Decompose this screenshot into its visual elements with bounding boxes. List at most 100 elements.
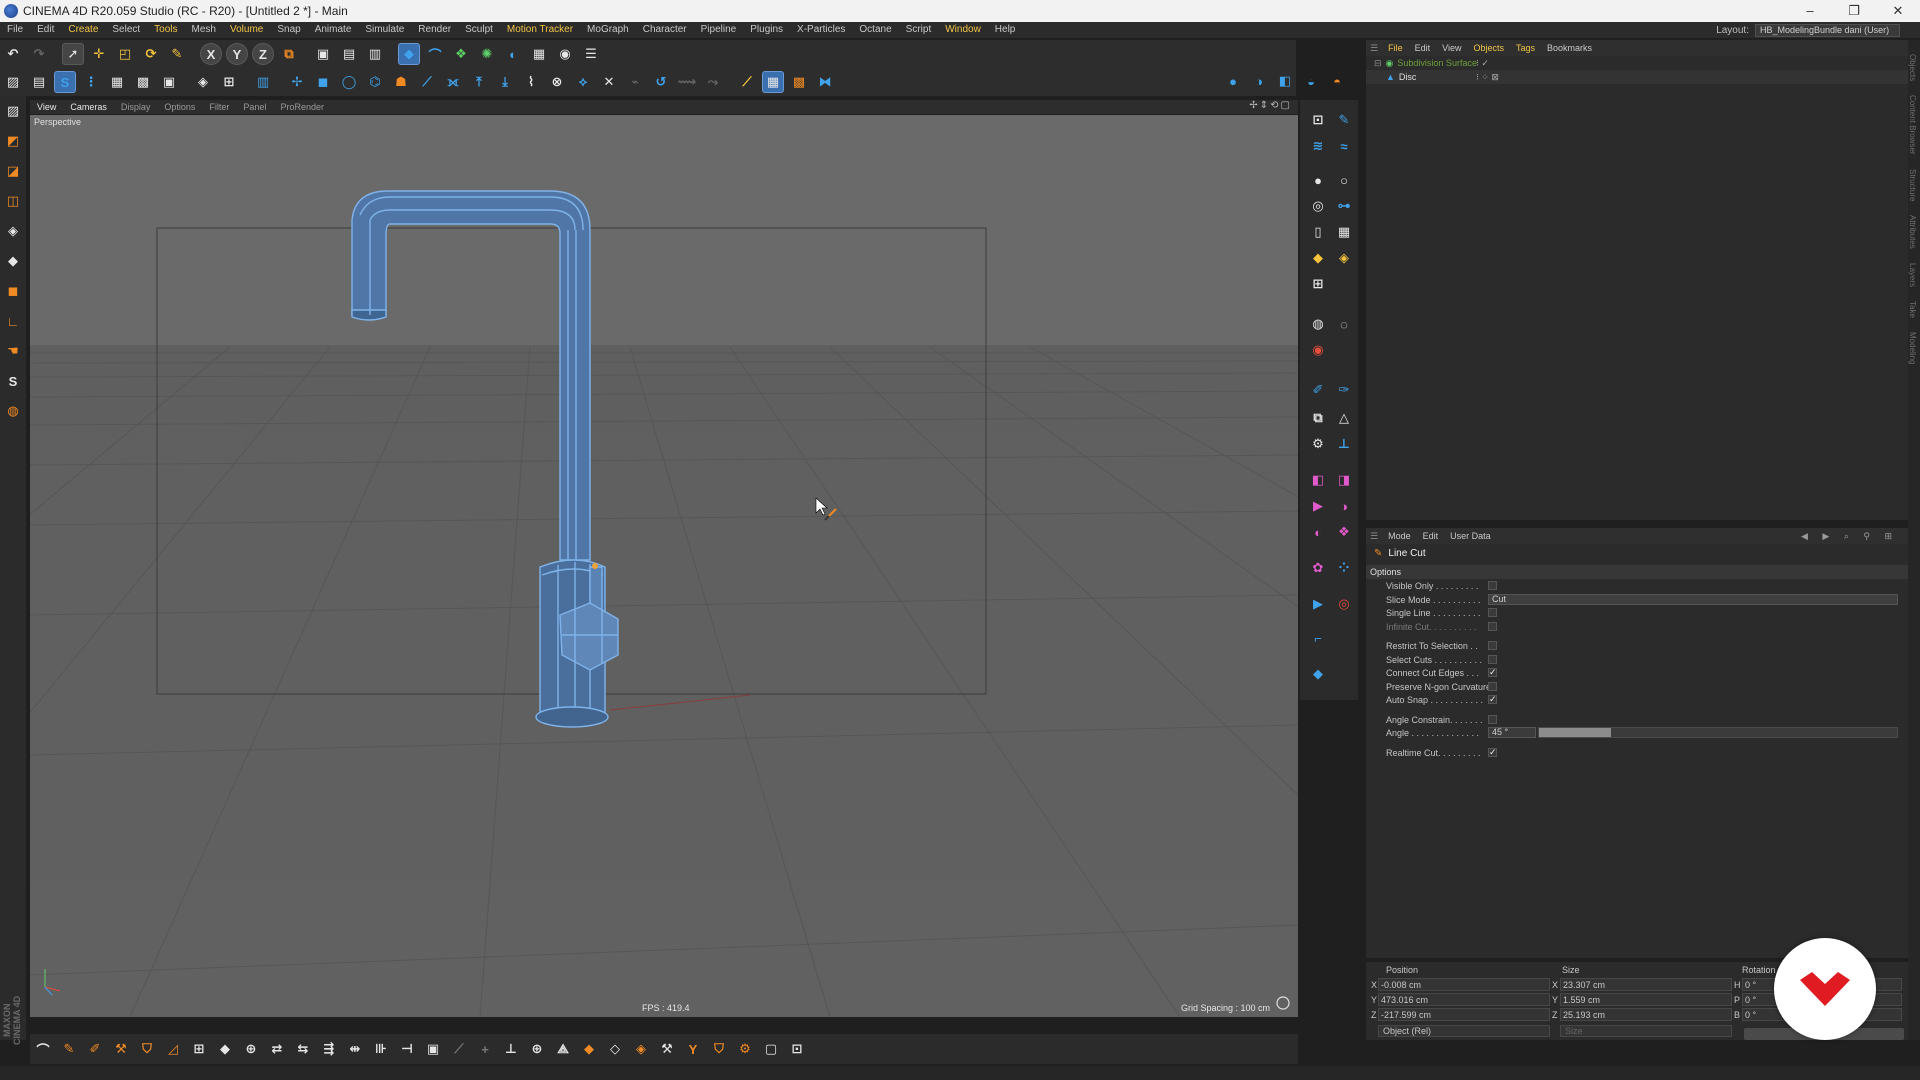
tag-icons[interactable]: ⁝ ⁘ ⊠	[1476, 72, 1499, 83]
transfer-icon[interactable]: ⌬	[364, 71, 386, 93]
box-yellow-icon[interactable]: ◆	[1306, 246, 1330, 270]
play-material-icon[interactable]: ▶	[1306, 494, 1330, 518]
cube-bottom-icon[interactable]: ◆	[214, 1038, 236, 1060]
attribute-checkbox[interactable]	[1488, 654, 1497, 664]
gear-orange-icon[interactable]: ⚙	[734, 1038, 756, 1060]
fence-icon[interactable]: ⊪	[370, 1038, 392, 1060]
redo-icon[interactable]: ↷	[28, 43, 50, 65]
frame-plus-icon[interactable]: ⊡	[786, 1038, 808, 1060]
menu-mograph[interactable]: MoGraph	[580, 22, 636, 38]
scale-tool-icon[interactable]: ◰	[114, 43, 136, 65]
target-icon[interactable]: ◎	[1332, 592, 1356, 616]
ruler-icon[interactable]: ⊥	[500, 1038, 522, 1060]
points-left-icon[interactable]: ◈	[2, 219, 24, 243]
object-row-subdivision[interactable]: ⊟ ◉ Subdivision Surface ⁝ ✓	[1366, 56, 1908, 70]
menu-motion-tracker[interactable]: Motion Tracker	[500, 22, 580, 38]
panel-grip-icon[interactable]: ☰	[1366, 43, 1382, 54]
make-editable-left-icon[interactable]: ▨	[2, 99, 24, 123]
menu-mesh[interactable]: Mesh	[185, 22, 223, 38]
side-tab-modeling[interactable]: Modeling	[1908, 332, 1917, 364]
menu-pipeline[interactable]: Pipeline	[694, 22, 744, 38]
attr-menu-mode[interactable]: Mode	[1382, 531, 1417, 541]
attribute-checkbox[interactable]	[1488, 641, 1497, 650]
menu-render[interactable]: Render	[411, 22, 458, 38]
uv-mode-icon[interactable]: ▣	[158, 71, 180, 93]
points-mode-icon[interactable]: ⋮	[80, 71, 102, 93]
tee-icon[interactable]: ⊥	[1332, 432, 1356, 456]
slice-mode-dropdown[interactable]: Cut	[1488, 593, 1898, 605]
trash-icon[interactable]: ▥	[252, 71, 274, 93]
move-axis-icon[interactable]: ✢	[286, 71, 308, 93]
menu-snap[interactable]: Snap	[270, 22, 307, 38]
menu-animate[interactable]: Animate	[308, 22, 359, 38]
spin-edge-icon[interactable]: ↺	[650, 71, 672, 93]
visibility-dots-icon[interactable]: ⁝ ✓	[1476, 58, 1489, 69]
attribute-checkbox[interactable]	[1488, 581, 1497, 590]
fork-icon[interactable]: Y	[682, 1038, 704, 1060]
viewport-menu-display[interactable]: Display	[114, 102, 158, 112]
sketch-icon[interactable]: ✎	[58, 1038, 80, 1060]
texture-tool-icon[interactable]: ◪	[2, 159, 24, 183]
undo-icon[interactable]: ↶	[2, 43, 24, 65]
attribute-checkbox[interactable]	[1488, 714, 1497, 724]
make-editable-icon[interactable]: ▨	[2, 71, 24, 93]
material-pink-icon[interactable]: ◧	[1306, 468, 1330, 492]
join-icon[interactable]: ⧉	[1306, 406, 1330, 430]
snap-icon[interactable]: S	[54, 71, 76, 93]
shield-orange-icon[interactable]: ⛉	[708, 1038, 730, 1060]
record-icon[interactable]: ◉	[1306, 338, 1330, 362]
plus-icon[interactable]: +	[474, 1038, 496, 1060]
attr-menu-user-data[interactable]: User Data	[1444, 531, 1497, 541]
menu-volume[interactable]: Volume	[223, 22, 270, 38]
brush-right-icon[interactable]: ✎	[1332, 108, 1356, 132]
brush-bottom-icon[interactable]: ✐	[84, 1038, 106, 1060]
layout-dropdown[interactable]: HB_ModelingBundle dani (User)	[1755, 23, 1900, 37]
panel-icon[interactable]: ▣	[422, 1038, 444, 1060]
close-button[interactable]: ✕	[1876, 0, 1920, 22]
material-split-icon[interactable]: ◨	[1332, 468, 1356, 492]
light-icon[interactable]: ☰	[580, 43, 602, 65]
rotate-circle-icon[interactable]: ◯	[338, 71, 360, 93]
camera-icon[interactable]: ◉	[554, 43, 576, 65]
chart-icon[interactable]: ◿	[162, 1038, 184, 1060]
pen-icon[interactable]: ✑	[1332, 378, 1356, 402]
extrude-orange-icon[interactable]: ◆	[578, 1038, 600, 1060]
viewport-menu-prorender[interactable]: ProRender	[273, 102, 331, 112]
knife-icon[interactable]: ⟋	[416, 71, 438, 93]
collapse-icon[interactable]: ⊟	[1374, 58, 1382, 69]
menu-script[interactable]: Script	[899, 22, 939, 38]
attr-nav-icons[interactable]: ◀ ▶ ⌕ ⚲ ⊞	[1801, 531, 1898, 542]
attribute-checkbox[interactable]	[1488, 608, 1497, 617]
morph-icon[interactable]: ✿	[1306, 556, 1330, 580]
tweak-mode-icon[interactable]: ☚	[2, 339, 24, 363]
stitch-icon[interactable]: ⤳	[702, 71, 724, 93]
polygon-pen-icon[interactable]: ⟁	[552, 1038, 574, 1060]
viewport-menu-panel[interactable]: Panel	[236, 102, 273, 112]
environment-icon[interactable]: ▦	[528, 43, 550, 65]
gear-icon[interactable]: ⚙	[1306, 432, 1330, 456]
menu-plugins[interactable]: Plugins	[743, 22, 790, 38]
menu-sculpt[interactable]: Sculpt	[458, 22, 500, 38]
pen-spline-icon[interactable]: ⌒	[424, 43, 446, 65]
objects-menu-file[interactable]: File	[1382, 43, 1409, 53]
options-section[interactable]: Options	[1366, 565, 1908, 579]
melt-icon[interactable]: ⌁	[624, 71, 646, 93]
mograph-cloner-icon[interactable]: ✺	[476, 43, 498, 65]
sweep-icon[interactable]: ≋	[1306, 134, 1330, 158]
objects-menu-bookmarks[interactable]: Bookmarks	[1541, 43, 1598, 53]
half-sphere-icon[interactable]: ◑	[1332, 494, 1356, 518]
coord-mode-dropdown[interactable]: Object (Rel)	[1378, 1025, 1550, 1037]
objects-menu-tags[interactable]: Tags	[1510, 43, 1541, 53]
paint-icon[interactable]: ✐	[1306, 378, 1330, 402]
rotate-tool-icon[interactable]: ⟳	[140, 43, 162, 65]
side-tab-take[interactable]: Take	[1908, 301, 1917, 318]
add-object-icon[interactable]: ⊕	[526, 1038, 548, 1060]
materials-icon[interactable]: ◓	[1326, 70, 1348, 92]
cube-blue-icon[interactable]: ◆	[1306, 662, 1330, 686]
objects-menu-view[interactable]: View	[1436, 43, 1467, 53]
panel-grip-icon[interactable]: ☰	[1366, 531, 1382, 542]
viewport-menu-options[interactable]: Options	[157, 102, 202, 112]
deformer-icon[interactable]: ◐	[502, 43, 524, 65]
render-picture-viewer-icon[interactable]: ▤	[338, 43, 360, 65]
weld-icon[interactable]: ⟡	[572, 71, 594, 93]
